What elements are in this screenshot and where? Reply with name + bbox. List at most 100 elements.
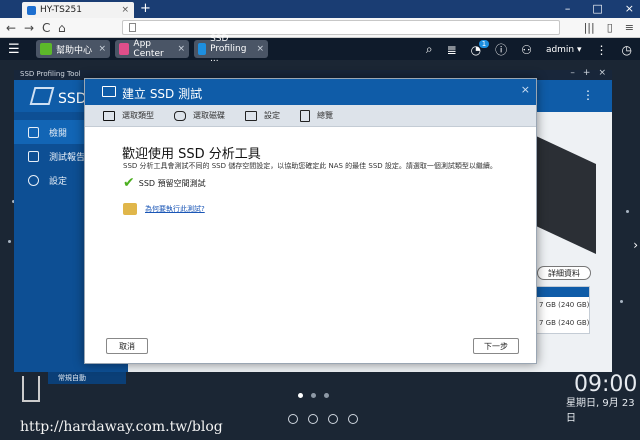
browser-tab[interactable]: HY-TS251 × (22, 2, 134, 18)
flask-icon (28, 126, 39, 138)
user-icon[interactable]: ⚇ (521, 43, 532, 57)
why-run-test-link[interactable]: 為何要執行此測試? (145, 204, 205, 214)
new-tab-button[interactable]: + (140, 1, 151, 16)
disk-item: 7 GB (240 GB) (539, 301, 590, 309)
step-label: 設定 (264, 111, 280, 120)
info-icon[interactable]: ⓘ (495, 41, 507, 58)
main-menu-icon[interactable]: ☰ (8, 42, 20, 57)
page-dot[interactable] (311, 393, 316, 398)
dock-icon-4[interactable] (348, 414, 358, 424)
dialog-close-icon[interactable]: × (521, 83, 530, 96)
dialog-header: 建立 SSD 測試 × (85, 79, 536, 105)
dialog-footer: 取消 下一步 (85, 331, 536, 363)
disk-list-header (537, 287, 589, 297)
close-window-button[interactable]: × (625, 2, 634, 15)
library-icon[interactable]: ||| (584, 21, 595, 34)
checkmark-icon: ✔ (123, 175, 135, 191)
qts-tab-help-center[interactable]: 幫助中心 × (36, 40, 110, 58)
page-dot[interactable] (298, 393, 303, 398)
sidebar-item-label: 測試報告 (49, 152, 86, 163)
app-close-button[interactable]: × (598, 68, 606, 78)
address-bar[interactable] (122, 20, 560, 35)
clock-date: 星期日, 9月 23 日 (566, 398, 635, 424)
qts-tab-label: 幫助中心 (56, 45, 93, 56)
welcome-description: SSD 分析工具會測試不同的 SSD 儲存空間設定，以協助您確定此 NAS 的最… (123, 162, 497, 170)
qts-top-bar: ☰ 幫助中心 × App Center × SSD Profiling ... … (0, 34, 640, 64)
app-minimize-button[interactable]: – (570, 68, 575, 78)
step-select-disk: 選取磁碟 (174, 110, 225, 121)
settings-icon (245, 110, 257, 121)
app-maximize-button[interactable]: + (583, 68, 591, 78)
cancel-button[interactable]: 取消 (106, 338, 148, 354)
details-button-label: 詳細資料 (548, 268, 580, 278)
home-button[interactable]: ⌂ (58, 21, 66, 35)
step-label: 總覽 (317, 111, 333, 120)
desktop-next-arrow-icon[interactable]: › (633, 238, 638, 252)
help-center-icon (40, 43, 52, 55)
browser-toolbar: ← → C ⌂ ||| ▯ ≡ (0, 18, 640, 38)
ssd-profiling-icon (198, 43, 207, 55)
app-window-controls: – + × (570, 68, 606, 78)
tab-close-icon[interactable]: × (98, 44, 106, 54)
ssd-drive-icon (102, 86, 116, 97)
app-more-icon[interactable]: ⋮ (582, 88, 594, 102)
dock-icon-2[interactable] (308, 414, 318, 424)
gear-icon (28, 174, 39, 186)
details-button[interactable]: 詳細資料 (537, 266, 591, 280)
menu-icon[interactable]: ≡ (625, 21, 634, 34)
sidebar-icon[interactable]: ▯ (607, 21, 613, 34)
welcome-heading: 歡迎使用 SSD 分析工具 (122, 147, 261, 162)
search-icon[interactable]: ⌕ (426, 42, 433, 57)
disk-list-panel: 7 GB (240 GB) 7 GB (240 GB) (536, 286, 590, 334)
list-icon (103, 110, 115, 121)
dock-icon-3[interactable] (328, 414, 338, 424)
forward-button[interactable]: → (24, 21, 34, 35)
disk-icon (174, 110, 186, 121)
tab-close-icon[interactable]: × (177, 44, 185, 54)
back-button[interactable]: ← (6, 21, 16, 35)
qts-tab-app-center[interactable]: App Center × (115, 39, 189, 59)
page-icon (129, 23, 136, 32)
qts-toolbar-icons: ⌕ ≣ ◔ 1 ⓘ ⚇ admin ▾ ⋮ ◷ (426, 39, 632, 58)
next-button[interactable]: 下一步 (473, 338, 519, 354)
page-dot[interactable] (324, 393, 329, 398)
qts-tab-label: App Center (133, 39, 164, 59)
step-settings: 設定 (245, 110, 280, 121)
step-label: 選取類型 (122, 111, 154, 120)
help-person-icon (123, 203, 137, 215)
ssd-logo-icon (29, 87, 55, 105)
background-tasks-icon[interactable]: ≣ (447, 43, 457, 57)
cancel-button-label: 取消 (119, 341, 135, 351)
notification-icon[interactable]: ◔ 1 (471, 39, 490, 57)
disk-item: 7 GB (240 GB) (539, 319, 590, 327)
sidebar-bottom-status: 常規自動 (48, 372, 126, 384)
browser-tab-bar: HY-TS251 × + – □ × (0, 0, 640, 18)
user-menu[interactable]: admin ▾ (546, 45, 582, 55)
dashboard-icon[interactable]: ◷ (622, 43, 632, 57)
more-icon[interactable]: ⋮ (596, 43, 608, 57)
dialog-title: 建立 SSD 測試 (122, 87, 203, 101)
dock-icon-1[interactable] (288, 414, 298, 424)
test-type-label: SSD 預留空間測試 (138, 178, 206, 188)
help-row: 為何要執行此測試? (123, 203, 205, 215)
window-controls: – □ × (565, 2, 634, 15)
sidebar-item-label: 檢閱 (49, 128, 68, 139)
tab-close-icon[interactable]: × (256, 44, 264, 54)
reload-button[interactable]: C (42, 21, 50, 35)
sidebar-item-label: 設定 (49, 176, 68, 187)
browser-tools: ||| ▯ ≡ (584, 21, 634, 34)
test-type-option[interactable]: ✔ SSD 預留空間測試 (123, 175, 206, 191)
dock (288, 414, 358, 424)
step-select-type: 選取類型 (103, 110, 154, 121)
site-favicon-icon (27, 5, 36, 15)
next-button-label: 下一步 (484, 341, 508, 351)
qts-tab-label: SSD Profiling ... (210, 34, 247, 64)
maximize-button[interactable]: □ (592, 2, 602, 15)
qts-tab-ssd-profiling[interactable]: SSD Profiling ... × (194, 34, 268, 64)
browser-tab-title: HY-TS251 (40, 5, 83, 15)
clipboard-icon (300, 109, 310, 122)
minimize-button[interactable]: – (565, 2, 571, 15)
tab-close-icon[interactable]: × (121, 5, 129, 15)
trash-icon[interactable] (22, 376, 40, 402)
watermark-text: http://hardaway.com.tw/blog (20, 419, 223, 435)
